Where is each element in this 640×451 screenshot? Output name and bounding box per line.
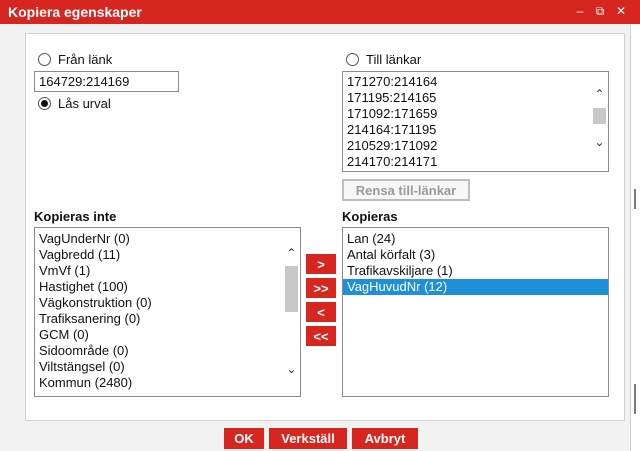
not-copied-heading: Kopieras inte — [34, 209, 117, 224]
list-item[interactable]: Viltstängsel (0) — [35, 359, 300, 375]
list-item[interactable]: Hastighet (100) — [35, 279, 300, 295]
title-bar[interactable]: Kopiera egenskaper – ⧉ ✕ — [0, 0, 640, 24]
minimize-icon[interactable]: – — [573, 3, 587, 19]
lock-selection-radio[interactable] — [38, 97, 51, 110]
to-links-scrollbar[interactable]: ⌃ ⌄ — [591, 72, 608, 171]
move-left-button[interactable]: < — [306, 302, 336, 322]
copy-properties-window: Kopiera egenskaper – ⧉ ✕ Från länk Lås u… — [0, 0, 640, 451]
copied-list[interactable]: Lan (24) Antal körfalt (3) Trafikavskilj… — [342, 227, 609, 397]
to-links-list[interactable]: 171270:214164 171195:214165 171092:17165… — [342, 71, 609, 172]
list-item[interactable]: 171270:214164 — [343, 74, 608, 90]
list-item[interactable]: Trafikavskiljare (1) — [343, 263, 608, 279]
list-item[interactable]: Lan (24) — [343, 231, 608, 247]
scroll-down-icon[interactable]: ⌄ — [591, 135, 608, 149]
list-item[interactable]: 210529:171092 — [343, 138, 608, 154]
dialog-panel: Från länk Lås urval Till länkar 171270:2… — [25, 33, 625, 421]
from-link-radio[interactable] — [38, 53, 51, 66]
not-copied-scrollbar[interactable]: ⌃ ⌄ — [283, 228, 300, 396]
move-all-left-button[interactable]: << — [306, 326, 336, 346]
list-item[interactable]: 171195:214165 — [343, 90, 608, 106]
list-item[interactable]: VagUnderNr (0) — [35, 231, 300, 247]
cancel-button[interactable]: Avbryt — [352, 428, 418, 449]
scroll-thumb[interactable] — [285, 266, 298, 312]
copied-heading: Kopieras — [342, 209, 398, 224]
scroll-up-icon[interactable]: ⌃ — [591, 87, 608, 101]
not-copied-list[interactable]: VagUnderNr (0) Vagbredd (11) VmVf (1) Ha… — [34, 227, 301, 397]
clear-to-links-button[interactable]: Rensa till-länkar — [342, 179, 470, 201]
list-item[interactable]: Sidoområde (0) — [35, 343, 300, 359]
from-link-input[interactable] — [34, 71, 179, 92]
window-title: Kopiera egenskaper — [8, 4, 142, 20]
close-icon[interactable]: ✕ — [614, 3, 628, 19]
strip-tick — [634, 384, 636, 414]
list-item[interactable]: Vägkonstruktion (0) — [35, 295, 300, 311]
ok-button[interactable]: OK — [224, 428, 264, 449]
list-item[interactable]: 171092:171659 — [343, 106, 608, 122]
list-item[interactable]: Antal körfalt (3) — [343, 247, 608, 263]
scroll-up-icon[interactable]: ⌃ — [283, 246, 300, 260]
list-item[interactable]: Kommun (2480) — [35, 375, 300, 391]
list-item[interactable]: 214164:171195 — [343, 122, 608, 138]
list-item[interactable]: Vagbredd (11) — [35, 247, 300, 263]
popout-icon[interactable]: ⧉ — [593, 3, 607, 19]
apply-button[interactable]: Verkställ — [269, 428, 347, 449]
scroll-thumb[interactable] — [593, 108, 606, 124]
from-link-label: Från länk — [58, 52, 113, 67]
strip-tick — [634, 189, 636, 209]
list-item[interactable]: VmVf (1) — [35, 263, 300, 279]
lock-selection-label: Lås urval — [58, 96, 111, 111]
list-item[interactable]: Trafiksanering (0) — [35, 311, 300, 327]
to-links-radio[interactable] — [346, 53, 359, 66]
move-right-button[interactable]: > — [306, 254, 336, 274]
list-item[interactable]: 214170:214171 — [343, 154, 608, 170]
list-item-selected[interactable]: VagHuvudNr (12) — [343, 279, 608, 295]
scroll-down-icon[interactable]: ⌄ — [283, 362, 300, 376]
background-strip — [630, 24, 640, 451]
list-item[interactable]: GCM (0) — [35, 327, 300, 343]
to-links-label: Till länkar — [366, 52, 422, 67]
move-all-right-button[interactable]: >> — [306, 278, 336, 298]
